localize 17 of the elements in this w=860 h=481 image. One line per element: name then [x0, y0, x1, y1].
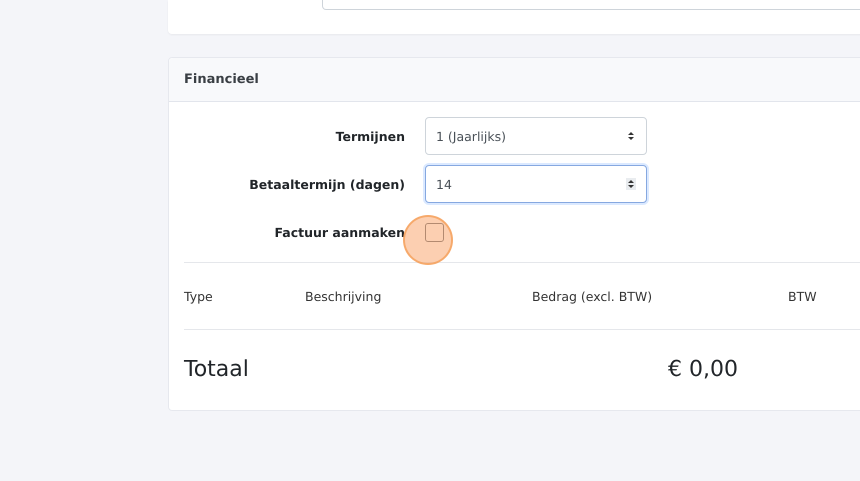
- number-field[interactable]: 14: [425, 165, 647, 203]
- total-label: Totaal: [184, 356, 250, 382]
- click-highlight: [403, 215, 453, 265]
- spinner-icon[interactable]: [626, 178, 636, 190]
- field-label: Betaaltermijn (dagen): [248, 176, 405, 192]
- total-amount: € 0,00: [668, 356, 738, 382]
- field-label: Termijnen: [334, 128, 405, 144]
- column-header: BTW: [788, 288, 817, 304]
- column-header: Type: [184, 288, 214, 304]
- column-header: Beschrijving: [305, 288, 382, 304]
- column-header: Bedrag (excl. BTW): [532, 288, 654, 304]
- input-field[interactable]: [322, 0, 860, 10]
- field-label: Factuur aanmaken: [273, 224, 405, 240]
- select-field[interactable]: 1 (Jaarlijks): [425, 117, 647, 155]
- checkbox[interactable]: [425, 222, 444, 242]
- sort-caret-icon[interactable]: [626, 130, 636, 142]
- card-title: Financieel: [184, 72, 259, 87]
